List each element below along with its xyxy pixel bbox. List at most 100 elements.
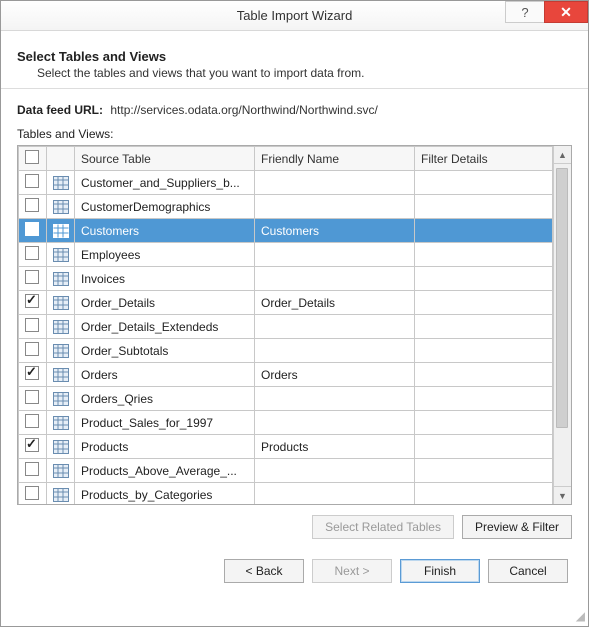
- cell-friendly-name[interactable]: [255, 411, 415, 435]
- vertical-scrollbar[interactable]: ▲ ▼: [553, 146, 571, 504]
- scroll-thumb[interactable]: [556, 168, 568, 428]
- cell-source-table[interactable]: Order_Subtotals: [75, 339, 255, 363]
- table-row[interactable]: Products_Above_Average_...: [19, 459, 553, 483]
- header-select-all[interactable]: [19, 147, 47, 171]
- table-row[interactable]: Order_Details_Extendeds: [19, 315, 553, 339]
- table-icon: [47, 459, 75, 483]
- page-subheading: Select the tables and views that you wan…: [37, 66, 572, 80]
- cell-friendly-name[interactable]: [255, 243, 415, 267]
- cell-filter-details[interactable]: [415, 195, 553, 219]
- feed-url-row: Data feed URL: http://services.odata.org…: [17, 103, 572, 117]
- cell-source-table[interactable]: Order_Details_Extendeds: [75, 315, 255, 339]
- cell-friendly-name[interactable]: [255, 387, 415, 411]
- grid-button-row: Select Related Tables Preview & Filter: [17, 515, 572, 539]
- scroll-up-arrow-icon[interactable]: ▲: [554, 146, 571, 164]
- cell-source-table[interactable]: Orders: [75, 363, 255, 387]
- cell-source-table[interactable]: Invoices: [75, 267, 255, 291]
- cell-source-table[interactable]: Order_Details: [75, 291, 255, 315]
- cell-friendly-name[interactable]: [255, 195, 415, 219]
- table-icon: [47, 387, 75, 411]
- cell-friendly-name[interactable]: Orders: [255, 363, 415, 387]
- row-checkbox[interactable]: [25, 366, 39, 380]
- finish-button[interactable]: Finish: [400, 559, 480, 583]
- row-checkbox[interactable]: [25, 270, 39, 284]
- cell-friendly-name[interactable]: Products: [255, 435, 415, 459]
- cell-source-table[interactable]: Product_Sales_for_1997: [75, 411, 255, 435]
- cell-source-table[interactable]: Products_Above_Average_...: [75, 459, 255, 483]
- select-related-tables-button[interactable]: Select Related Tables: [312, 515, 454, 539]
- row-checkbox[interactable]: [25, 318, 39, 332]
- header-source[interactable]: Source Table: [75, 147, 255, 171]
- table-row[interactable]: Order_DetailsOrder_Details: [19, 291, 553, 315]
- cell-filter-details[interactable]: [415, 267, 553, 291]
- table-row[interactable]: CustomersCustomers: [19, 219, 553, 243]
- table-row[interactable]: OrdersOrders: [19, 363, 553, 387]
- cell-filter-details[interactable]: [415, 219, 553, 243]
- cell-friendly-name[interactable]: [255, 267, 415, 291]
- cancel-button[interactable]: Cancel: [488, 559, 568, 583]
- row-checkbox[interactable]: [25, 390, 39, 404]
- scroll-down-arrow-icon[interactable]: ▼: [554, 486, 571, 504]
- cell-filter-details[interactable]: [415, 459, 553, 483]
- cell-filter-details[interactable]: [415, 339, 553, 363]
- cell-source-table[interactable]: CustomerDemographics: [75, 195, 255, 219]
- cell-friendly-name[interactable]: [255, 171, 415, 195]
- checkbox-icon[interactable]: [25, 150, 39, 164]
- cell-filter-details[interactable]: [415, 387, 553, 411]
- table-row[interactable]: Orders_Qries: [19, 387, 553, 411]
- table-row[interactable]: Employees: [19, 243, 553, 267]
- cell-friendly-name[interactable]: [255, 339, 415, 363]
- cell-filter-details[interactable]: [415, 435, 553, 459]
- cell-source-table[interactable]: Customers: [75, 219, 255, 243]
- table-row[interactable]: Product_Sales_for_1997: [19, 411, 553, 435]
- row-checkbox[interactable]: [25, 438, 39, 452]
- row-checkbox[interactable]: [25, 222, 39, 236]
- cell-filter-details[interactable]: [415, 291, 553, 315]
- header-friendly[interactable]: Friendly Name: [255, 147, 415, 171]
- resize-grip-icon[interactable]: ◢: [576, 609, 585, 623]
- close-button[interactable]: ✕: [544, 1, 588, 23]
- cell-filter-details[interactable]: [415, 243, 553, 267]
- header-filter[interactable]: Filter Details: [415, 147, 553, 171]
- cell-filter-details[interactable]: [415, 315, 553, 339]
- row-checkbox[interactable]: [25, 342, 39, 356]
- preview-filter-button[interactable]: Preview & Filter: [462, 515, 572, 539]
- next-button[interactable]: Next >: [312, 559, 392, 583]
- cell-source-table[interactable]: Employees: [75, 243, 255, 267]
- row-checkbox[interactable]: [25, 414, 39, 428]
- cell-source-table[interactable]: Products: [75, 435, 255, 459]
- list-label: Tables and Views:: [17, 127, 572, 141]
- table-row[interactable]: CustomerDemographics: [19, 195, 553, 219]
- row-checkbox[interactable]: [25, 486, 39, 500]
- row-checkbox[interactable]: [25, 198, 39, 212]
- tables-grid[interactable]: Source Table Friendly Name Filter Detail…: [18, 146, 553, 504]
- table-icon: [47, 219, 75, 243]
- table-row[interactable]: ProductsProducts: [19, 435, 553, 459]
- table-row[interactable]: Products_by_Categories: [19, 483, 553, 505]
- cell-source-table[interactable]: Products_by_Categories: [75, 483, 255, 505]
- cell-filter-details[interactable]: [415, 411, 553, 435]
- table-row[interactable]: Order_Subtotals: [19, 339, 553, 363]
- row-checkbox[interactable]: [25, 462, 39, 476]
- cell-friendly-name[interactable]: Order_Details: [255, 291, 415, 315]
- cell-filter-details[interactable]: [415, 171, 553, 195]
- cell-friendly-name[interactable]: [255, 483, 415, 505]
- tables-grid-frame: Source Table Friendly Name Filter Detail…: [17, 145, 572, 505]
- table-icon: [47, 267, 75, 291]
- table-icon: [47, 315, 75, 339]
- page-heading: Select Tables and Views: [17, 49, 572, 64]
- row-checkbox[interactable]: [25, 246, 39, 260]
- cell-friendly-name[interactable]: Customers: [255, 219, 415, 243]
- row-checkbox[interactable]: [25, 174, 39, 188]
- cell-filter-details[interactable]: [415, 363, 553, 387]
- table-row[interactable]: Invoices: [19, 267, 553, 291]
- cell-source-table[interactable]: Customer_and_Suppliers_b...: [75, 171, 255, 195]
- cell-friendly-name[interactable]: [255, 459, 415, 483]
- cell-source-table[interactable]: Orders_Qries: [75, 387, 255, 411]
- cell-friendly-name[interactable]: [255, 315, 415, 339]
- help-button[interactable]: ?: [505, 1, 545, 23]
- table-row[interactable]: Customer_and_Suppliers_b...: [19, 171, 553, 195]
- row-checkbox[interactable]: [25, 294, 39, 308]
- back-button[interactable]: < Back: [224, 559, 304, 583]
- cell-filter-details[interactable]: [415, 483, 553, 505]
